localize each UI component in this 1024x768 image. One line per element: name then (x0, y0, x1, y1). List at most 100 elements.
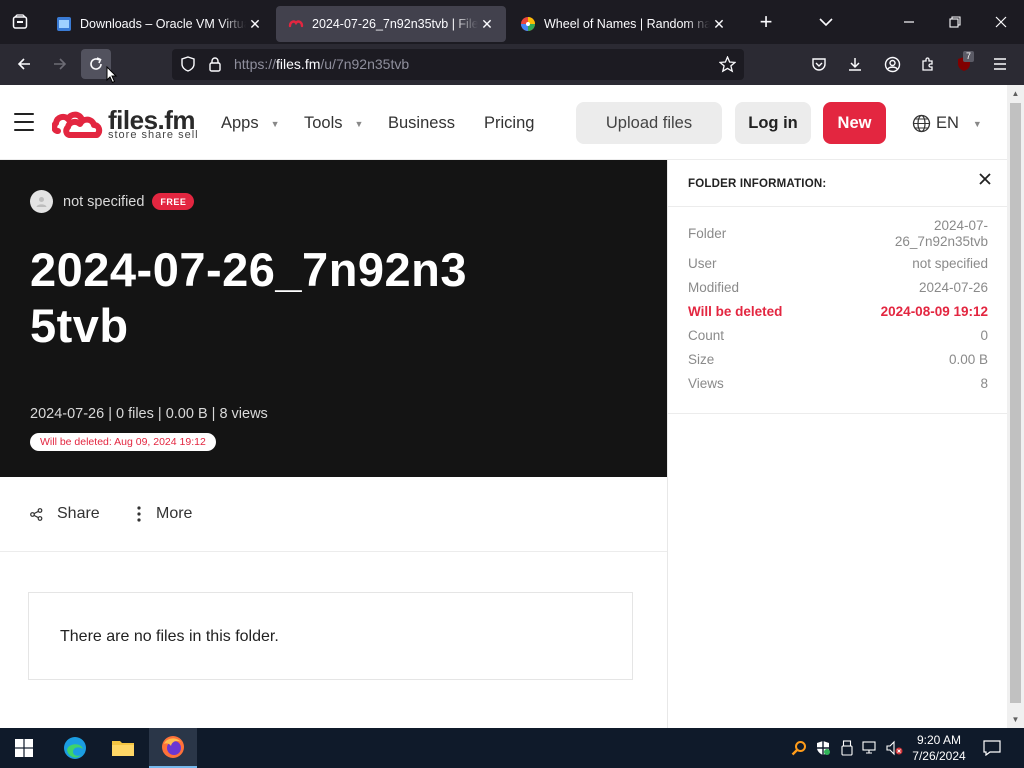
lock-icon[interactable] (208, 56, 222, 72)
screen: Downloads – Oracle VM VirtualBox ✕ 2024-… (0, 0, 1024, 768)
wheel-favicon-icon (520, 16, 536, 32)
puzzle-icon (922, 57, 933, 71)
info-key: Folder (688, 226, 727, 241)
search-tray-icon[interactable] (789, 738, 809, 758)
info-key: User (688, 256, 717, 271)
folder-owner: not specified FREE (30, 190, 195, 213)
ublock-extension-button[interactable]: 7 (949, 49, 979, 79)
globe-icon (912, 114, 931, 133)
app-menu-button[interactable] (985, 49, 1015, 79)
extensions-button[interactable] (913, 49, 943, 79)
firefox-view-button[interactable] (0, 0, 40, 44)
filesfm-cloud-logo-icon (52, 111, 103, 138)
tracking-protection-icon[interactable] (180, 56, 196, 72)
download-icon (849, 58, 861, 71)
downloads-button[interactable] (840, 49, 870, 79)
windows-taskbar: 9:20 AM 7/26/2024 (0, 728, 1024, 768)
close-tab-icon[interactable]: ✕ (478, 15, 496, 33)
close-tab-icon[interactable]: ✕ (246, 15, 264, 33)
restore-window-button[interactable] (932, 0, 978, 44)
scrollbar-thumb[interactable] (1010, 103, 1021, 703)
avatar[interactable] (30, 190, 53, 213)
system-clock[interactable]: 9:20 AM 7/26/2024 (905, 732, 973, 764)
defender-security-icon[interactable] (813, 738, 833, 758)
scroll-down-arrow-icon[interactable]: ▼ (1007, 711, 1024, 728)
pocket-button[interactable] (804, 49, 834, 79)
more-vertical-icon (136, 506, 142, 522)
list-all-tabs-button[interactable] (812, 8, 840, 36)
menu-apps-label: Apps (221, 114, 259, 132)
usb-device-icon[interactable] (837, 738, 857, 758)
taskbar-edge[interactable] (51, 728, 99, 768)
menu-tools-label: Tools (304, 114, 343, 132)
network-icon[interactable] (861, 738, 881, 758)
close-window-button[interactable] (978, 0, 1024, 44)
tab-title: Wheel of Names | Random name picker (544, 17, 710, 31)
forward-button[interactable] (45, 49, 75, 79)
plan-badge: FREE (152, 193, 195, 210)
pocket-icon (812, 58, 826, 71)
share-label: Share (57, 505, 100, 522)
url-path: /u/7n92n35tvb (320, 56, 410, 72)
tab-virtualbox[interactable]: Downloads – Oracle VM VirtualBox ✕ (44, 6, 274, 42)
share-button[interactable]: Share (30, 505, 100, 523)
close-info-panel-button[interactable] (974, 168, 996, 190)
user-icon (36, 197, 47, 207)
close-icon (995, 16, 1007, 28)
owner-name[interactable]: not specified (63, 194, 144, 210)
menu-apps[interactable]: Apps ▼ (221, 114, 280, 133)
share-icon (30, 507, 43, 521)
back-button[interactable] (9, 49, 39, 79)
firefox-view-icon (12, 14, 28, 29)
arrow-left-icon (17, 58, 30, 70)
info-key: Modified (688, 280, 740, 295)
url-text: https://files.fm/u/7n92n35tvb (234, 56, 409, 72)
tab-wheel-of-names[interactable]: Wheel of Names | Random name picker ✕ (508, 6, 738, 42)
more-button[interactable]: More (136, 505, 192, 523)
taskbar-firefox[interactable] (149, 728, 197, 768)
site-menu-icon[interactable] (14, 113, 34, 131)
site-header: files.fm store share sell Apps ▼ Tools ▼… (0, 85, 1007, 160)
close-tab-icon[interactable]: ✕ (710, 15, 728, 33)
volume-muted-icon[interactable] (885, 738, 905, 758)
new-tab-button[interactable]: + (748, 4, 784, 40)
firefox-icon (162, 736, 184, 758)
edge-browser-icon (64, 737, 86, 759)
start-button[interactable] (0, 728, 48, 768)
more-label: More (156, 505, 193, 522)
taskbar-file-explorer[interactable] (99, 728, 147, 768)
info-value: 2024-08-09 19:12 (880, 304, 988, 319)
minimize-window-button[interactable] (886, 0, 932, 44)
info-value: 0 (980, 328, 988, 343)
folder-hero: not specified FREE 2024-07-26_7n92n35tvb… (0, 160, 667, 477)
language-label: EN (936, 114, 959, 132)
folder-info-list: Folder 2024-07- 26_7n92n35tvb User not s… (668, 207, 1008, 414)
menu-pricing[interactable]: Pricing (484, 114, 534, 133)
tab-title: Downloads – Oracle VM VirtualBox (80, 17, 246, 31)
tab-filesfm[interactable]: 2024-07-26_7n92n35tvb | Files.fm ✕ (276, 6, 506, 42)
url-bar[interactable]: https://files.fm/u/7n92n35tvb (172, 49, 744, 80)
language-selector[interactable]: EN ▼ (912, 114, 982, 133)
account-button[interactable] (877, 49, 907, 79)
page-scrollbar[interactable]: ▲ ▼ (1007, 85, 1024, 728)
folder-info-panel: FOLDER INFORMATION: Folder 2024-07- 26_7… (667, 160, 1008, 728)
filesfm-favicon-icon (288, 16, 304, 32)
menu-tools[interactable]: Tools ▼ (304, 114, 363, 133)
folder-icon (112, 741, 134, 756)
filesfm-logo[interactable]: files.fm store share sell (52, 105, 202, 145)
clock-date: 7/26/2024 (912, 749, 966, 763)
info-value: 0.00 B (948, 352, 988, 367)
delete-notice-badge: Will be deleted: Aug 09, 2024 19:12 (30, 433, 216, 451)
login-button[interactable]: Log in (735, 102, 811, 144)
upload-files-button[interactable]: Upload files (576, 102, 722, 144)
logo-tagline: store share sell (108, 129, 199, 141)
scroll-up-arrow-icon[interactable]: ▲ (1007, 85, 1024, 102)
bookmark-star-icon[interactable] (719, 56, 736, 73)
tab-title: 2024-07-26_7n92n35tvb | Files.fm (312, 17, 478, 31)
new-button[interactable]: New (823, 102, 886, 144)
extension-badge: 7 (963, 51, 975, 62)
caret-down-icon: ▼ (354, 118, 364, 129)
info-value: 26_7n92n35tvb (894, 234, 988, 249)
notifications-icon[interactable] (982, 738, 1002, 758)
menu-business[interactable]: Business (388, 114, 455, 133)
